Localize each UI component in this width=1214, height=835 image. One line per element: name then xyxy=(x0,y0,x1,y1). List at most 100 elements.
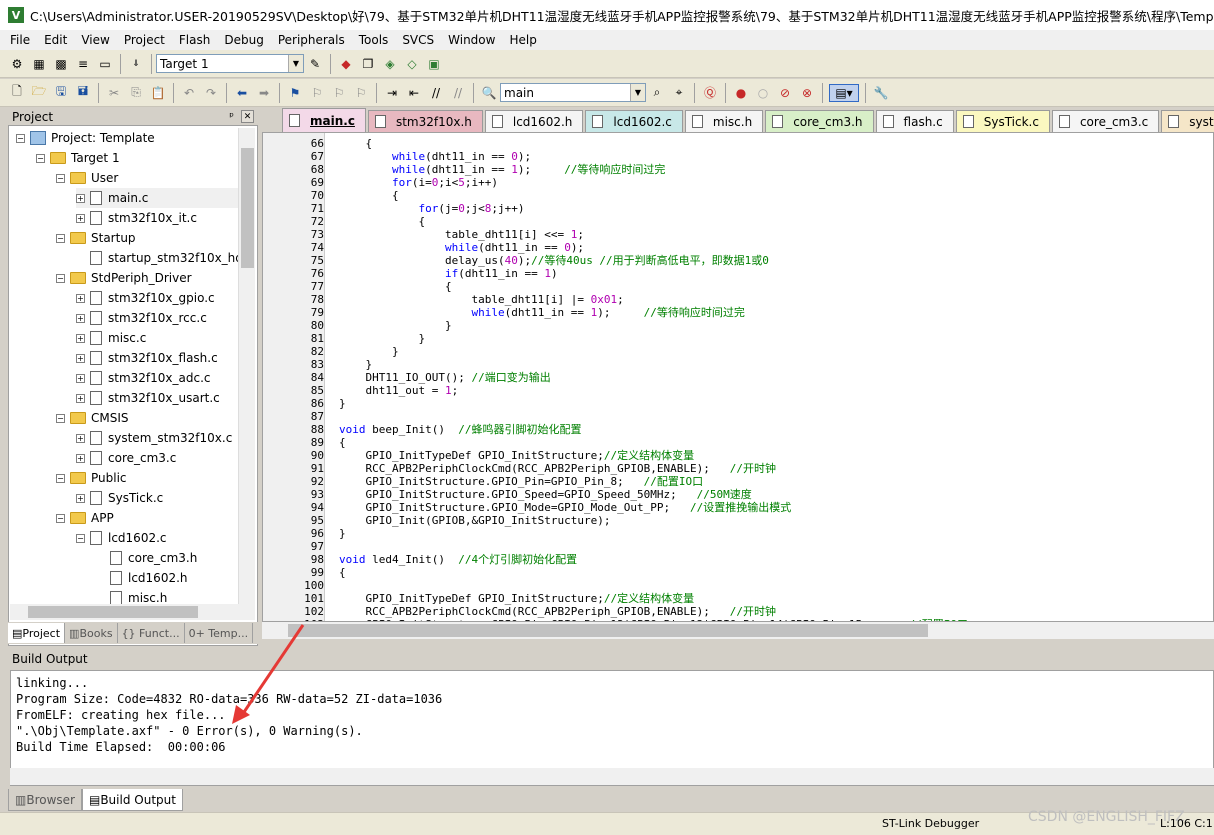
expand-icon[interactable]: + xyxy=(76,353,85,363)
disable-breakpoint-icon[interactable]: ○ xyxy=(754,84,772,102)
code-line[interactable]: { xyxy=(339,436,346,449)
tab-browser[interactable]: ▥ Browser xyxy=(8,789,82,811)
menu-item-flash[interactable]: Flash xyxy=(179,33,210,47)
expand-icon[interactable]: + xyxy=(76,373,85,383)
code-line[interactable]: dht11_out = 1; xyxy=(339,384,458,397)
find-icon[interactable]: ⌕ xyxy=(648,84,666,102)
prev-bookmark-icon[interactable]: ⚐ xyxy=(308,84,326,102)
scroll-thumb[interactable] xyxy=(288,624,928,637)
code-line[interactable]: while(dht11_in == 1); //等待响应时间过完 xyxy=(339,163,665,176)
nav-forward-icon[interactable]: ➡ xyxy=(255,84,273,102)
tab-templates[interactable]: 0+ Temp... xyxy=(185,623,254,643)
editor-tab[interactable]: SysTick.c xyxy=(955,110,1050,132)
code-line[interactable]: void led4_Init() //4个灯引脚初始化配置 xyxy=(339,553,577,566)
clear-bookmarks-icon[interactable]: ⚐ xyxy=(352,84,370,102)
tree-item[interactable]: − CMSIS xyxy=(56,408,129,428)
find-in-files-icon[interactable]: 🔍 xyxy=(480,84,498,102)
rebuild-icon[interactable]: ▩ xyxy=(52,55,70,73)
expand-icon[interactable]: + xyxy=(76,293,85,303)
menu-item-debug[interactable]: Debug xyxy=(224,33,263,47)
code-line[interactable]: { xyxy=(339,215,425,228)
tree-item[interactable]: + misc.c xyxy=(76,328,146,348)
code-line[interactable]: delay_us(40);//等待40us //用于判断高低电平，即数据1或0 xyxy=(339,254,769,267)
code-editor[interactable]: 66 67 68 69 70 71 72 73 74 75 76 77 78 79 80 81 82 83 84 85… xyxy=(262,132,1214,622)
expand-icon[interactable]: + xyxy=(76,393,85,403)
stop-build-icon[interactable]: ▭ xyxy=(96,55,114,73)
code-line[interactable]: GPIO_Init(GPIOB,&GPIO_InitStructure); xyxy=(339,514,610,527)
expand-icon[interactable]: + xyxy=(76,213,85,223)
expand-icon[interactable]: + xyxy=(76,453,85,463)
code-line[interactable]: { xyxy=(339,137,372,150)
code-line[interactable]: RCC_APB2PeriphClockCmd(RCC_APB2Periph_GP… xyxy=(339,462,776,475)
tree-item[interactable]: core_cm3.h xyxy=(96,548,197,568)
collapse-icon[interactable]: − xyxy=(56,273,65,283)
collapse-icon[interactable]: − xyxy=(56,413,65,423)
save-icon[interactable]: 🖫 xyxy=(52,84,70,102)
tree-item[interactable]: + stm32f10x_rcc.c xyxy=(76,308,207,328)
menu-item-file[interactable]: File xyxy=(10,33,30,47)
unindent-icon[interactable]: ⇤ xyxy=(405,84,423,102)
code-line[interactable]: { xyxy=(339,280,452,293)
code-line[interactable]: GPIO_InitTypeDef GPIO_InitStructure;//定义… xyxy=(339,449,694,462)
tree-item[interactable]: + core_cm3.c xyxy=(76,448,176,468)
collapse-icon[interactable]: − xyxy=(56,233,65,243)
menu-item-view[interactable]: View xyxy=(81,33,109,47)
tree-item[interactable]: startup_stm32f10x_hd.s xyxy=(76,248,238,268)
download-icon[interactable]: ⇓ xyxy=(127,55,145,73)
new-file-icon[interactable]: 🗋 xyxy=(8,84,26,102)
collapse-icon[interactable]: − xyxy=(56,513,65,523)
collapse-icon[interactable]: − xyxy=(16,133,25,143)
search-input[interactable]: main ▼ xyxy=(500,83,646,102)
scroll-thumb[interactable] xyxy=(241,148,254,268)
tab-books[interactable]: ▥ Books xyxy=(65,623,118,643)
menu-item-svcs[interactable]: SVCS xyxy=(402,33,434,47)
tree-item[interactable]: + stm32f10x_flash.c xyxy=(76,348,218,368)
window-layout-icon[interactable]: ▤▾ xyxy=(829,83,859,102)
editor-tab[interactable]: stm32f10x.h xyxy=(367,110,483,132)
select-packs-icon[interactable]: ▣ xyxy=(425,55,443,73)
tab-functions[interactable]: {} Funct... xyxy=(118,623,185,643)
tree-item[interactable]: + stm32f10x_it.c xyxy=(76,208,197,228)
code-line[interactable]: DHT11_IO_OUT(); //端口变为输出 xyxy=(339,371,550,384)
debug-session-icon[interactable]: Ⓠ xyxy=(701,84,719,102)
run-env-icon[interactable]: ◇ xyxy=(403,55,421,73)
code-line[interactable]: { xyxy=(339,189,399,202)
redo-icon[interactable]: ↷ xyxy=(202,84,220,102)
cut-icon[interactable]: ✂ xyxy=(105,84,123,102)
tab-build-output[interactable]: ▤ Build Output xyxy=(81,789,183,811)
disable-all-breakpoints-icon[interactable]: ⊘ xyxy=(776,84,794,102)
tree-item[interactable]: + stm32f10x_gpio.c xyxy=(76,288,215,308)
manage-components-icon[interactable]: ◆ xyxy=(337,55,355,73)
undo-icon[interactable]: ↶ xyxy=(180,84,198,102)
tree-item[interactable]: + system_stm32f10x.c xyxy=(76,428,232,448)
target-select[interactable]: Target 1 ▼ xyxy=(156,54,304,73)
tab-project[interactable]: ▤ Project xyxy=(8,623,66,643)
bookmark-icon[interactable]: ⚑ xyxy=(286,84,304,102)
menu-item-help[interactable]: Help xyxy=(509,33,536,47)
expand-icon[interactable]: + xyxy=(76,433,85,443)
project-tree-hscroll[interactable] xyxy=(10,604,255,620)
tree-item[interactable]: − StdPeriph_Driver xyxy=(56,268,192,288)
expand-icon[interactable]: + xyxy=(76,313,85,323)
code-line[interactable]: while(dht11_in == 1); //等待响应时间过完 xyxy=(339,306,744,319)
project-tree-vscroll[interactable] xyxy=(238,128,255,604)
code-line[interactable]: } xyxy=(339,345,399,358)
menu-item-edit[interactable]: Edit xyxy=(44,33,67,47)
tree-item[interactable]: + SysTick.c xyxy=(76,488,163,508)
kill-breakpoints-icon[interactable]: ⊗ xyxy=(798,84,816,102)
editor-tab[interactable]: flash.c xyxy=(875,110,954,132)
open-file-icon[interactable]: 🗁 xyxy=(30,84,48,102)
menu-item-tools[interactable]: Tools xyxy=(359,33,389,47)
code-line[interactable]: { xyxy=(339,566,346,579)
code-line[interactable]: table_dht11[i] |= 0x01; xyxy=(339,293,623,306)
code-line[interactable]: void beep_Init() //蜂鸣器引脚初始化配置 xyxy=(339,423,581,436)
code-line[interactable]: RCC_APB2PeriphClockCmd(RCC_APB2Periph_GP… xyxy=(339,605,776,618)
code-line[interactable]: GPIO_InitStructure.GPIO_Speed=GPIO_Speed… xyxy=(339,488,751,501)
copy-icon[interactable]: ⎘ xyxy=(127,84,145,102)
editor-tab[interactable]: main.c xyxy=(282,108,366,132)
close-icon[interactable]: ✕ xyxy=(241,110,254,123)
next-bookmark-icon[interactable]: ⚐ xyxy=(330,84,348,102)
code-line[interactable]: GPIO_InitStructure.GPIO_Pin=GPIO_Pin_8; … xyxy=(339,475,703,488)
pack-installer-icon[interactable]: ◈ xyxy=(381,55,399,73)
code-line[interactable]: } xyxy=(339,319,452,332)
